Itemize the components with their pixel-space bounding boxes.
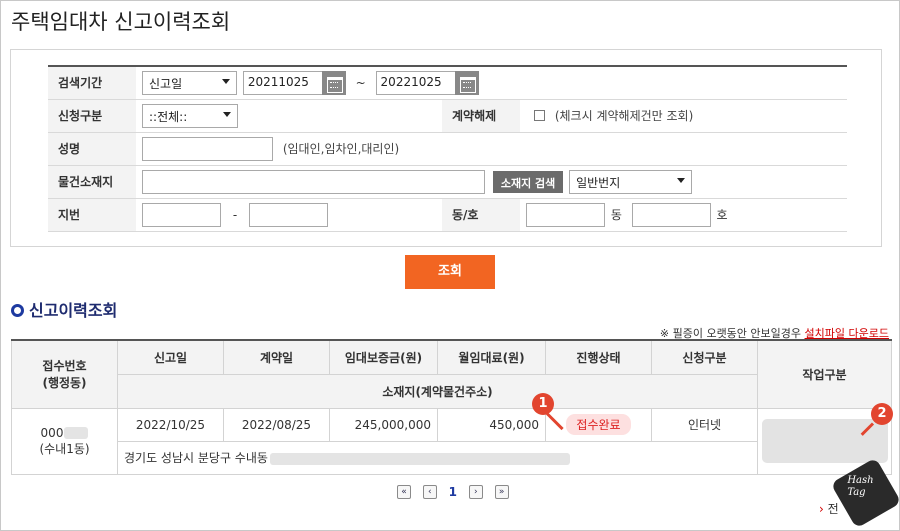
- pagination: « ‹ 1 › »: [397, 484, 509, 499]
- lot-dash: -: [232, 207, 238, 222]
- col-apply-type: 신청구분: [651, 339, 758, 375]
- address-value: 경기도 성남시 분당구 수내동: [124, 451, 268, 465]
- location-search-button[interactable]: 소재지 검색: [492, 170, 564, 193]
- masked-value: [64, 427, 89, 439]
- date-type-value: 신고일: [149, 76, 183, 91]
- date-type-select[interactable]: 신고일: [142, 70, 237, 95]
- current-page[interactable]: 1: [449, 485, 457, 499]
- name-label: 성명: [48, 132, 136, 166]
- address-type-select[interactable]: 일반번지: [569, 169, 693, 194]
- col-contract-date: 계약일: [223, 339, 330, 375]
- watermark-text: Hash Tag: [847, 475, 874, 499]
- status-badge: 접수완료: [566, 414, 631, 435]
- chevron-down-icon: [223, 111, 231, 117]
- cell-address: 경기도 성남시 분당구 수내동: [117, 440, 758, 475]
- col-status: 진행상태: [545, 339, 652, 375]
- bottom-partial-text: 전: [827, 502, 839, 516]
- address-type-value: 일반번지: [576, 175, 621, 190]
- cell-report-date: 2022/10/25: [117, 407, 224, 442]
- masked-value: [269, 452, 570, 465]
- cell-contract-date: 2022/08/25: [223, 407, 330, 442]
- step-marker-2: 2: [871, 403, 893, 425]
- results-table: 접수번호 (행정동) 신고일 계약일 임대보증금(원) 월임대료(원) 진행상태…: [11, 339, 892, 475]
- table-row[interactable]: 000 (수내1동) 2022/10/25 2022/08/25 245,000…: [11, 407, 892, 475]
- col-receipt-no-label: 접수번호: [42, 359, 87, 374]
- cell-deposit: 245,000,000: [329, 407, 438, 442]
- terminate-checkbox[interactable]: [534, 110, 545, 121]
- dong-suffix: 동: [610, 208, 622, 222]
- name-input[interactable]: [142, 136, 273, 161]
- apply-type-value: ::전체::: [149, 109, 188, 124]
- circle-bullet-icon: [11, 304, 24, 317]
- lot-main-input[interactable]: [142, 202, 221, 227]
- page-title: 주택임대차 신고이력조회: [11, 10, 231, 34]
- dong-value: (수내1동): [39, 441, 90, 456]
- next-page-button[interactable]: ›: [468, 484, 483, 499]
- location-input[interactable]: [142, 169, 485, 194]
- apply-type-select[interactable]: ::전체::: [142, 103, 238, 128]
- chevron-down-icon: [222, 78, 230, 84]
- lot-label: 지번: [48, 198, 136, 232]
- col-address: 소재지(계약물건주소): [117, 373, 758, 409]
- search-panel: 검색기간 신고일 20211025 ~ 20221025 신청구분 ::전체::…: [10, 49, 882, 247]
- period-label: 검색기간: [48, 66, 136, 100]
- col-receipt-no: 접수번호 (행정동): [11, 339, 118, 409]
- col-report-date: 신고일: [117, 339, 224, 375]
- calendar-icon[interactable]: [454, 70, 479, 95]
- start-date-input[interactable]: 20211025: [242, 70, 323, 95]
- tilde: ~: [355, 75, 366, 90]
- lot-sub-input[interactable]: [249, 202, 328, 227]
- chevron-down-icon: [677, 177, 686, 183]
- receipt-no-value: 000: [40, 425, 64, 440]
- search-button[interactable]: 조회: [405, 255, 495, 289]
- step-marker-1: 1: [532, 393, 554, 415]
- dongho-label: 동/호: [442, 198, 520, 232]
- cell-status: 접수완료: [545, 407, 652, 442]
- ho-suffix: 호: [716, 208, 728, 222]
- calendar-icon[interactable]: [321, 70, 346, 95]
- cell-rent: 450,000: [437, 407, 546, 442]
- bullet-icon: ›: [819, 502, 824, 516]
- section-title: 신고이력조회: [29, 301, 118, 320]
- bottom-partial: › 전: [819, 500, 839, 517]
- cell-receipt-no: 000 (수내1동): [11, 407, 118, 475]
- first-page-button[interactable]: «: [397, 484, 411, 499]
- prev-page-button[interactable]: ‹: [422, 484, 437, 499]
- end-date-input[interactable]: 20221025: [375, 70, 456, 95]
- cell-apply-type: 인터넷: [651, 407, 758, 442]
- col-receipt-sub-label: (행정동): [42, 376, 87, 391]
- apply-type-label: 신청구분: [48, 99, 136, 133]
- name-hint: (임대인,임차인,대리인): [282, 142, 400, 156]
- last-page-button[interactable]: »: [494, 484, 509, 499]
- ho-input[interactable]: [631, 202, 711, 227]
- terminate-hint: (체크시 계약해제건만 조회): [554, 109, 694, 123]
- dong-input[interactable]: [526, 202, 605, 227]
- section-heading: 신고이력조회: [11, 297, 117, 321]
- search-form: 검색기간 신고일 20211025 ~ 20221025 신청구분 ::전체::…: [48, 65, 847, 232]
- col-deposit: 임대보증금(원): [329, 339, 438, 375]
- location-label: 물건소재지: [48, 165, 136, 199]
- col-rent: 월임대료(원): [437, 339, 546, 375]
- terminate-label: 계약해제: [442, 99, 520, 133]
- col-work: 작업구분: [757, 339, 892, 409]
